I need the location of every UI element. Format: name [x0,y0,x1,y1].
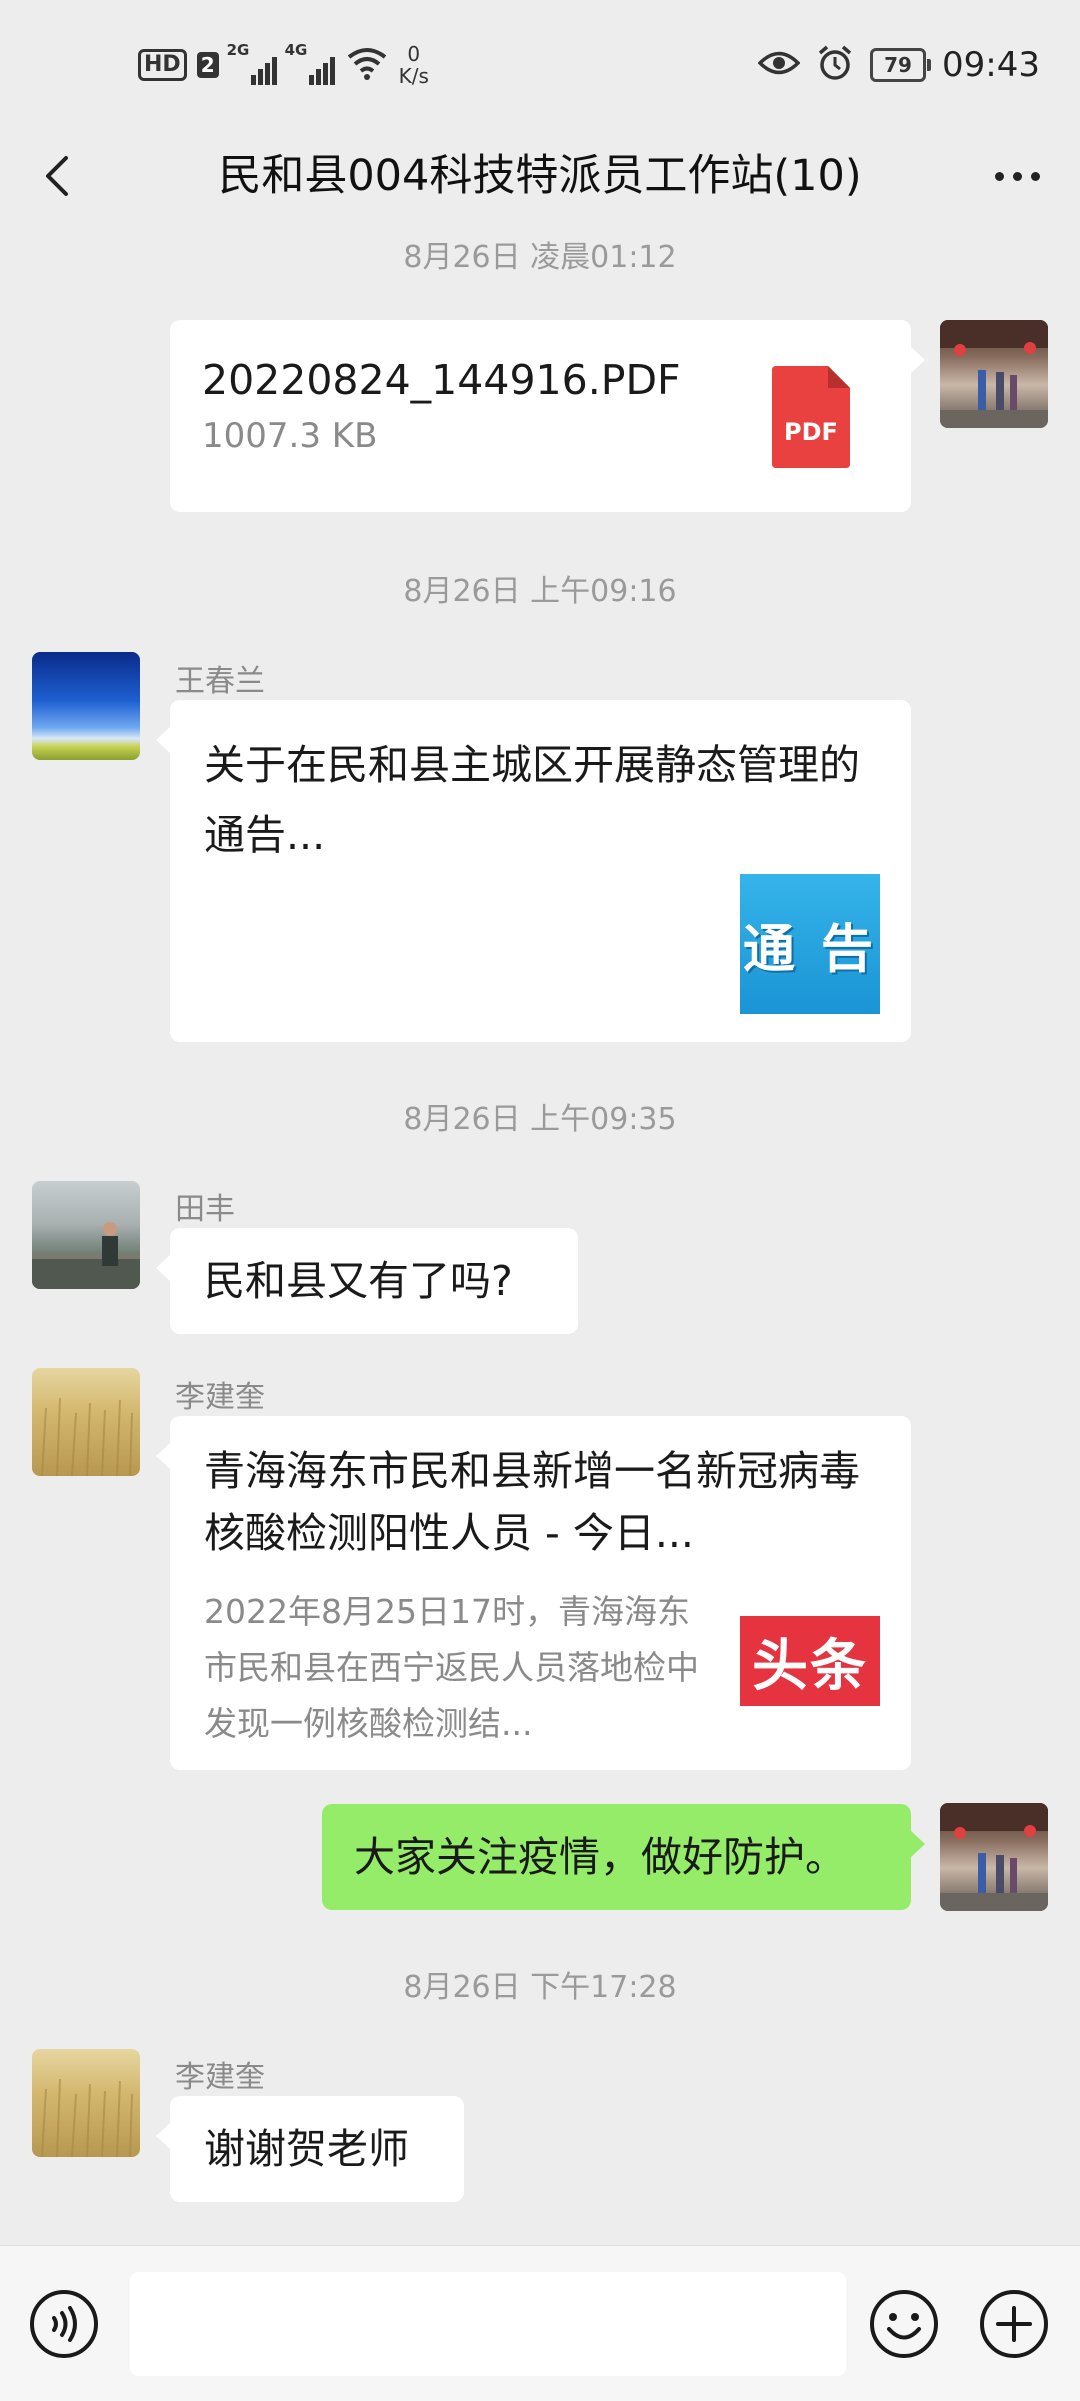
status-left: HD 2 2G 4G 0 K/s [138,40,429,90]
toutiao-logo: 头条 [740,1616,880,1706]
own-avatar[interactable] [940,320,1048,428]
chat-title: 民和县004科技特派员工作站(10) [218,151,862,201]
battery-icon: 79 [870,48,932,82]
timestamp: 8月26日 上午09:35 [403,1102,677,1137]
eye-icon [757,48,801,82]
sender-avatar[interactable] [32,1181,140,1289]
sim-2-icon: 2 [196,52,219,78]
sender-name: 田丰 [175,1192,235,1227]
text-message[interactable]: 谢谢贺老师 [156,2096,464,2202]
file-message[interactable]: 20220824_144916.PDF 1007.3 KB PDF [170,320,925,512]
emoji-icon [870,2290,938,2358]
sender-avatar[interactable] [32,1368,140,1476]
sender-name: 李建奎 [175,1380,265,1415]
link-card[interactable]: 关于在民和县主城区开展静态管理的通告... 通 告 [156,700,911,1042]
sender-avatar[interactable] [32,2049,140,2157]
back-button[interactable] [30,146,90,206]
message-text: 谢谢贺老师 [204,2125,409,2173]
message-text: 民和县又有了吗? [204,1257,513,1305]
sender-name: 王春兰 [175,664,265,699]
status-bar: HD 2 2G 4G 0 K/s 79 09:43 [0,0,1080,120]
dot-icon [994,171,1004,181]
more-functions-button[interactable] [978,2288,1050,2360]
link-thumbnail: 通 告 [740,874,880,1014]
timestamp: 8月26日 上午09:16 [403,574,677,609]
clock: 09:43 [942,45,1040,85]
message-text: 大家关注疫情，做好防护。 [354,1833,846,1881]
sender-name: 李建奎 [175,2060,265,2095]
chevron-left-icon [46,156,68,196]
dot-icon [1012,171,1022,181]
link-card[interactable]: 青海海东市民和县新增一名新冠病毒核酸检测阳性人员 - 今日... 2022年8月… [156,1416,911,1770]
file-size: 1007.3 KB [202,416,378,456]
hd-icon: HD [138,49,187,81]
dot-icon [1030,171,1040,181]
voice-icon [30,2290,98,2358]
link-description: 2022年8月25日17时，青海海东市民和县在西宁返民人员落地检中发现一例核酸检… [204,1592,699,1743]
more-options-button[interactable] [982,146,1052,206]
pdf-icon: PDF [772,366,850,468]
signal-4g-icon: 4G [285,41,335,85]
signal-2g-icon: 2G [227,41,277,85]
plus-icon [980,2290,1048,2358]
wifi-icon [345,45,389,85]
link-title: 青海海东市民和县新增一名新冠病毒核酸检测阳性人员 - 今日... [204,1447,860,1557]
message-input[interactable] [130,2272,846,2376]
chat-header: 民和县004科技特派员工作站(10) [0,120,1080,230]
timestamp: 8月26日 下午17:28 [403,1970,677,2005]
own-avatar[interactable] [940,1803,1048,1911]
own-text-message[interactable]: 大家关注疫情，做好防护。 [322,1804,925,1910]
input-bar [0,2245,1080,2401]
alarm-icon [816,44,854,86]
sender-avatar[interactable] [32,652,140,760]
voice-button[interactable] [28,2288,100,2360]
emoji-button[interactable] [868,2288,940,2360]
status-right: 79 09:43 [757,40,1040,90]
file-name: 20220824_144916.PDF [202,356,681,404]
network-speed: 0 K/s [398,42,429,88]
timestamp: 8月26日 凌晨01:12 [403,240,677,275]
link-title: 关于在民和县主城区开展静态管理的通告... [204,741,860,859]
text-message[interactable]: 民和县又有了吗? [156,1228,578,1334]
